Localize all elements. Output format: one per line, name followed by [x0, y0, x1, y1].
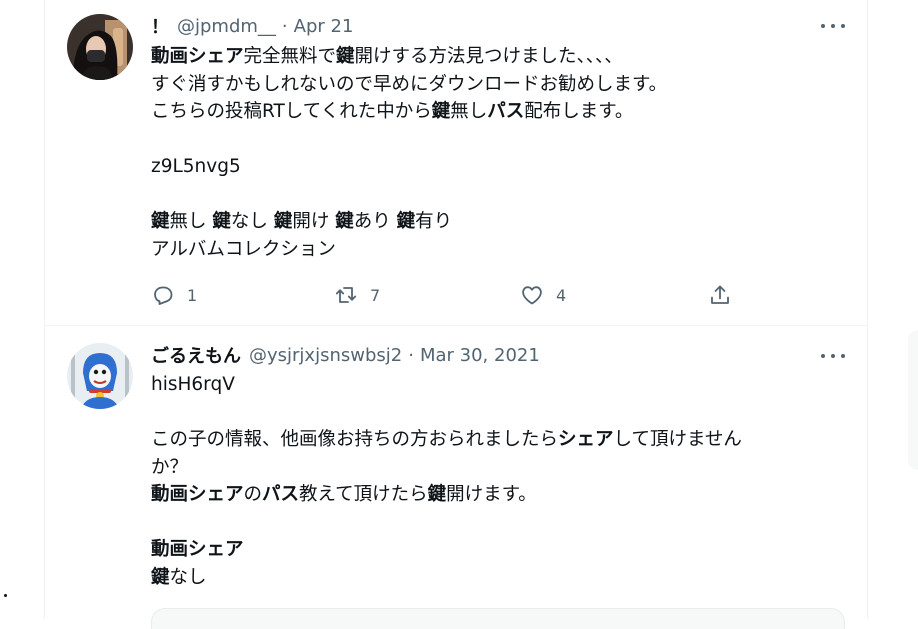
highlighted-keyword: 動画シェア	[151, 539, 244, 560]
text-segment: 配布します。	[524, 101, 634, 122]
highlighted-keyword: 鍵	[212, 211, 231, 232]
heart-icon	[522, 286, 542, 305]
text-segment: して頂けません	[613, 429, 742, 450]
tweet-text-line: こちらの投稿RTしてくれた中から鍵無しパス配布します。	[151, 98, 831, 126]
text-segment: 開けます。	[446, 484, 537, 505]
highlighted-keyword: 鍵	[396, 211, 416, 232]
text-segment: なし	[169, 566, 207, 588]
tweet-text: 動画シェア完全無料で鍵開けする方法見つけました、、、、 すぐ消すかもしれないので早…	[151, 43, 831, 263]
highlighted-keyword: シェア	[558, 429, 614, 450]
tweet-text-line	[151, 181, 831, 209]
tweet-date[interactable]: Mar 30, 2021	[420, 345, 540, 366]
share-icon	[711, 285, 729, 304]
tweet-header: ！ @jpmdm__ · Apr 21	[151, 13, 354, 39]
tweet-text-line: 動画シェアのパス教えて頂けたら鍵開けます。	[151, 481, 831, 509]
tweet-text-line: z9L5nvg5	[151, 153, 831, 181]
text-segment: あり	[353, 211, 397, 232]
reply-count: 1	[187, 285, 198, 305]
share-button[interactable]	[708, 282, 732, 308]
more-options-button[interactable]	[821, 20, 845, 32]
text-segment: こちらの投稿RTしてくれた中から	[151, 101, 432, 122]
retweet-count: 7	[370, 285, 381, 305]
text-segment: なし	[230, 211, 274, 232]
highlighted-keyword: パス	[487, 101, 525, 122]
text-segment: 教えて頂けたら	[299, 484, 428, 505]
tweet-text-line: か？	[151, 454, 831, 482]
separator: ·	[281, 15, 288, 37]
more-horizontal-icon	[821, 24, 825, 28]
tweet-text-line: アルバムコレクション	[151, 236, 831, 264]
tweet[interactable]: ！ @jpmdm__ · Apr 21 動画シェア完全無料で鍵開けする方法見つけ…	[45, 0, 867, 326]
display-name[interactable]: ！	[151, 13, 169, 39]
text-segment: 無し	[169, 211, 213, 232]
highlighted-keyword: 鍵	[273, 211, 293, 232]
more-options-button[interactable]	[821, 350, 845, 362]
tweet-text-line: 動画シェア完全無料で鍵開けする方法見つけました、、、、	[151, 43, 831, 71]
highlighted-keyword: 鍵	[431, 101, 451, 122]
more-horizontal-icon	[821, 354, 825, 358]
avatar[interactable]	[67, 14, 133, 80]
reply-icon	[154, 286, 173, 305]
highlighted-keyword: 鍵	[151, 211, 170, 232]
right-column-card-edge	[908, 330, 918, 470]
tweet-text: hisH6rqV この子の情報、他画像お持ちの方おられましたらシェアして頂けませ…	[151, 371, 831, 591]
tweet-date[interactable]: Apr 21	[294, 16, 354, 37]
highlighted-keyword: 動画シェア	[151, 484, 244, 505]
highlighted-keyword: 鍵	[151, 566, 170, 588]
tweet-text-line: 鍵なし	[151, 564, 831, 592]
text-segment: 有り	[415, 211, 453, 232]
tweet[interactable]: ごるえもん @ysjrjxjsnswbsj2 · Mar 30, 2021 hi…	[45, 326, 867, 629]
tweet-text-line: 鍵無し 鍵なし 鍵開け 鍵あり 鍵有り	[151, 208, 831, 236]
retweet-icon	[335, 287, 357, 303]
avatar[interactable]	[67, 343, 133, 409]
tweet-text-line	[151, 399, 831, 427]
text-segment: 開けする方法見つけました、、、、	[354, 46, 623, 67]
like-button[interactable]: 4	[520, 282, 566, 308]
highlighted-keyword: 鍵	[335, 211, 354, 232]
retweet-button[interactable]: 7	[334, 282, 380, 308]
highlighted-keyword: 鍵	[427, 484, 447, 505]
left-gutter	[0, 0, 44, 619]
user-handle[interactable]: @jpmdm__	[177, 16, 276, 37]
text-segment: この子の情報、他画像お持ちの方おられましたら	[151, 429, 559, 450]
text-segment: 開け	[292, 211, 336, 232]
tweet-text-line: 動画シェア	[151, 536, 831, 564]
tweet-text-line	[151, 126, 831, 154]
user-handle[interactable]: @ysjrjxjsnswbsj2	[249, 345, 402, 366]
text-segment: の	[243, 484, 263, 505]
display-name[interactable]: ごるえもん	[151, 342, 241, 368]
text-segment: hisH6rqV	[151, 374, 235, 395]
tweet-text-line	[151, 509, 831, 537]
separator: ·	[408, 344, 414, 366]
reply-button[interactable]: 1	[151, 282, 197, 308]
text-segment: 完全無料で	[243, 46, 337, 67]
text-segment: すぐ消すかもしれないので早めにダウンロードお勧めします。	[151, 73, 668, 95]
tweet-text-line: hisH6rqV	[151, 371, 831, 399]
highlighted-keyword: 鍵	[336, 46, 355, 67]
highlighted-keyword: 動画シェア	[151, 46, 244, 67]
left-dot	[4, 594, 7, 597]
text-segment: か？	[151, 456, 189, 478]
highlighted-keyword: パス	[262, 484, 300, 505]
tweet-header: ごるえもん @ysjrjxjsnswbsj2 · Mar 30, 2021	[151, 342, 540, 368]
tweet-text-line: すぐ消すかもしれないので早めにダウンロードお勧めします。	[151, 71, 831, 99]
tweet-text-line: この子の情報、他画像お持ちの方おられましたらシェアして頂けません	[151, 426, 831, 454]
tweet-actions: 1 7 4	[151, 282, 751, 308]
like-count: 4	[556, 285, 567, 305]
right-column	[868, 0, 918, 619]
text-segment: z9L5nvg5	[151, 156, 241, 177]
text-segment: 無し	[450, 101, 488, 122]
text-segment: アルバムコレクション	[151, 238, 336, 260]
